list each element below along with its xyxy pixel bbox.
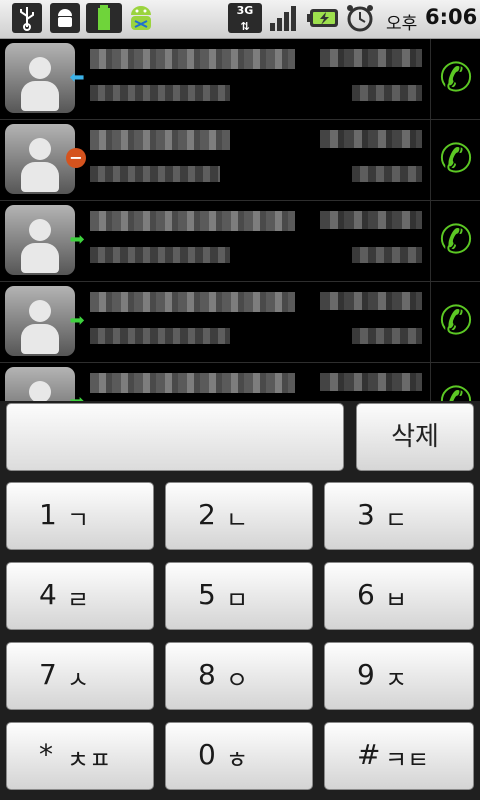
delete-button[interactable]: 삭제: [356, 403, 474, 471]
dial-key-0[interactable]: 0 ㅎ: [165, 722, 313, 790]
call-phone-icon[interactable]: ✆: [438, 51, 474, 105]
dial-key-4[interactable]: 4 ㄹ: [6, 562, 154, 630]
key-letters: ㅊㅍ: [67, 746, 112, 774]
contact-name-blurred: [90, 292, 295, 312]
bugdroid-icon: [124, 3, 158, 33]
key-number: #: [357, 738, 381, 771]
call-phone-icon[interactable]: ✆: [438, 132, 474, 186]
outgoing-call-icon: ➡: [66, 391, 88, 401]
contact-number-blurred: [90, 328, 230, 344]
call-log-entry[interactable]: ⬅ ✆: [0, 39, 480, 120]
network-label: 3G: [236, 4, 254, 17]
dial-key-8[interactable]: 8 ㅇ: [165, 642, 313, 710]
dialpad: 삭제 1 ㄱ 2 ㄴ 3 ㄷ 4 ㄹ 5 ㅁ 6 ㅂ 7 ㅅ 8 ㅇ 9 ㅈ *…: [0, 401, 480, 800]
call-log-entry[interactable]: ➡ ✆: [0, 363, 480, 401]
key-letters: ㄴ: [226, 506, 249, 534]
call-log-list[interactable]: ⬅ ✆ − ✆ ➡ ✆ ➡ ✆ ➡: [0, 39, 480, 401]
key-letters: ㅅ: [67, 666, 90, 694]
key-number: 3: [357, 498, 375, 531]
call-phone-icon[interactable]: ✆: [438, 213, 474, 267]
call-date-blurred: [320, 292, 422, 310]
dial-key-hash[interactable]: # ㅋㅌ: [324, 722, 474, 790]
contact-number-blurred: [90, 247, 230, 263]
dial-key-7[interactable]: 7 ㅅ: [6, 642, 154, 710]
alarm-icon: [344, 3, 376, 33]
call-date-blurred: [320, 49, 422, 67]
call-phone-icon[interactable]: ✆: [438, 294, 474, 348]
call-log-entry[interactable]: ➡ ✆: [0, 201, 480, 282]
key-number: 8: [198, 658, 216, 691]
call-date-blurred: [320, 211, 422, 229]
dial-key-star[interactable]: * ㅊㅍ: [6, 722, 154, 790]
contact-avatar[interactable]: [5, 286, 75, 356]
dial-key-2[interactable]: 2 ㄴ: [165, 482, 313, 550]
key-number: 6: [357, 578, 375, 611]
android-debug-icon: [50, 3, 80, 33]
divider: [430, 120, 431, 200]
key-letters: ㅂ: [385, 586, 408, 614]
tower-app-icon: [86, 3, 122, 33]
ampm-label: 오후: [386, 14, 418, 34]
key-number: 7: [39, 658, 57, 691]
call-date-blurred: [320, 373, 422, 391]
divider: [430, 201, 431, 281]
clock-time: 6:06: [425, 5, 478, 29]
network-3g-icon: 3G ⇅: [228, 3, 262, 33]
dial-key-6[interactable]: 6 ㅂ: [324, 562, 474, 630]
contact-name-blurred: [90, 211, 295, 231]
key-number: 0: [198, 738, 216, 771]
dial-key-3[interactable]: 3 ㄷ: [324, 482, 474, 550]
battery-charging-icon: [306, 3, 342, 33]
contact-avatar[interactable]: [5, 43, 75, 113]
key-letters: ㅋㅌ: [385, 746, 430, 774]
call-time-blurred: [352, 328, 422, 344]
contact-name-blurred: [90, 373, 295, 393]
missed-call-icon: −: [66, 148, 86, 168]
usb-icon: [12, 3, 42, 33]
contact-avatar[interactable]: [5, 124, 75, 194]
signal-icon: [268, 3, 300, 33]
key-letters: ㅇ: [226, 666, 249, 694]
key-letters: ㄱ: [67, 506, 90, 534]
key-number: *: [39, 738, 53, 771]
divider: [430, 39, 431, 119]
call-date-blurred: [320, 130, 422, 148]
key-letters: ㅎ: [226, 746, 249, 774]
outgoing-call-icon: ➡: [69, 229, 85, 250]
key-letters: ㄹ: [67, 586, 90, 614]
status-bar: 3G ⇅ 오후 6:06: [0, 0, 480, 39]
key-letters: ㄷ: [385, 506, 408, 534]
contact-name-blurred: [90, 130, 230, 150]
call-time-blurred: [352, 166, 422, 182]
incoming-call-icon: ⬅: [69, 67, 85, 88]
key-number: 5: [198, 578, 216, 611]
call-time-blurred: [352, 247, 422, 263]
key-number: 1: [39, 498, 57, 531]
divider: [430, 363, 431, 401]
key-number: 2: [198, 498, 216, 531]
dial-key-9[interactable]: 9 ㅈ: [324, 642, 474, 710]
contact-avatar[interactable]: [5, 205, 75, 275]
key-number: 9: [357, 658, 375, 691]
call-phone-icon[interactable]: ✆: [438, 375, 474, 401]
contact-name-blurred: [90, 49, 295, 69]
outgoing-call-icon: ➡: [69, 310, 85, 331]
call-time-blurred: [352, 85, 422, 101]
contact-number-blurred: [90, 166, 220, 182]
dial-key-5[interactable]: 5 ㅁ: [165, 562, 313, 630]
dial-key-1[interactable]: 1 ㄱ: [6, 482, 154, 550]
key-letters: ㅈ: [385, 666, 408, 694]
divider: [430, 282, 431, 362]
call-log-entry[interactable]: ➡ ✆: [0, 282, 480, 363]
call-log-entry[interactable]: − ✆: [0, 120, 480, 201]
contact-avatar[interactable]: [5, 367, 75, 401]
contact-number-blurred: [90, 85, 230, 101]
key-letters: ㅁ: [226, 586, 249, 614]
key-number: 4: [39, 578, 57, 611]
digits-field[interactable]: [6, 403, 344, 471]
